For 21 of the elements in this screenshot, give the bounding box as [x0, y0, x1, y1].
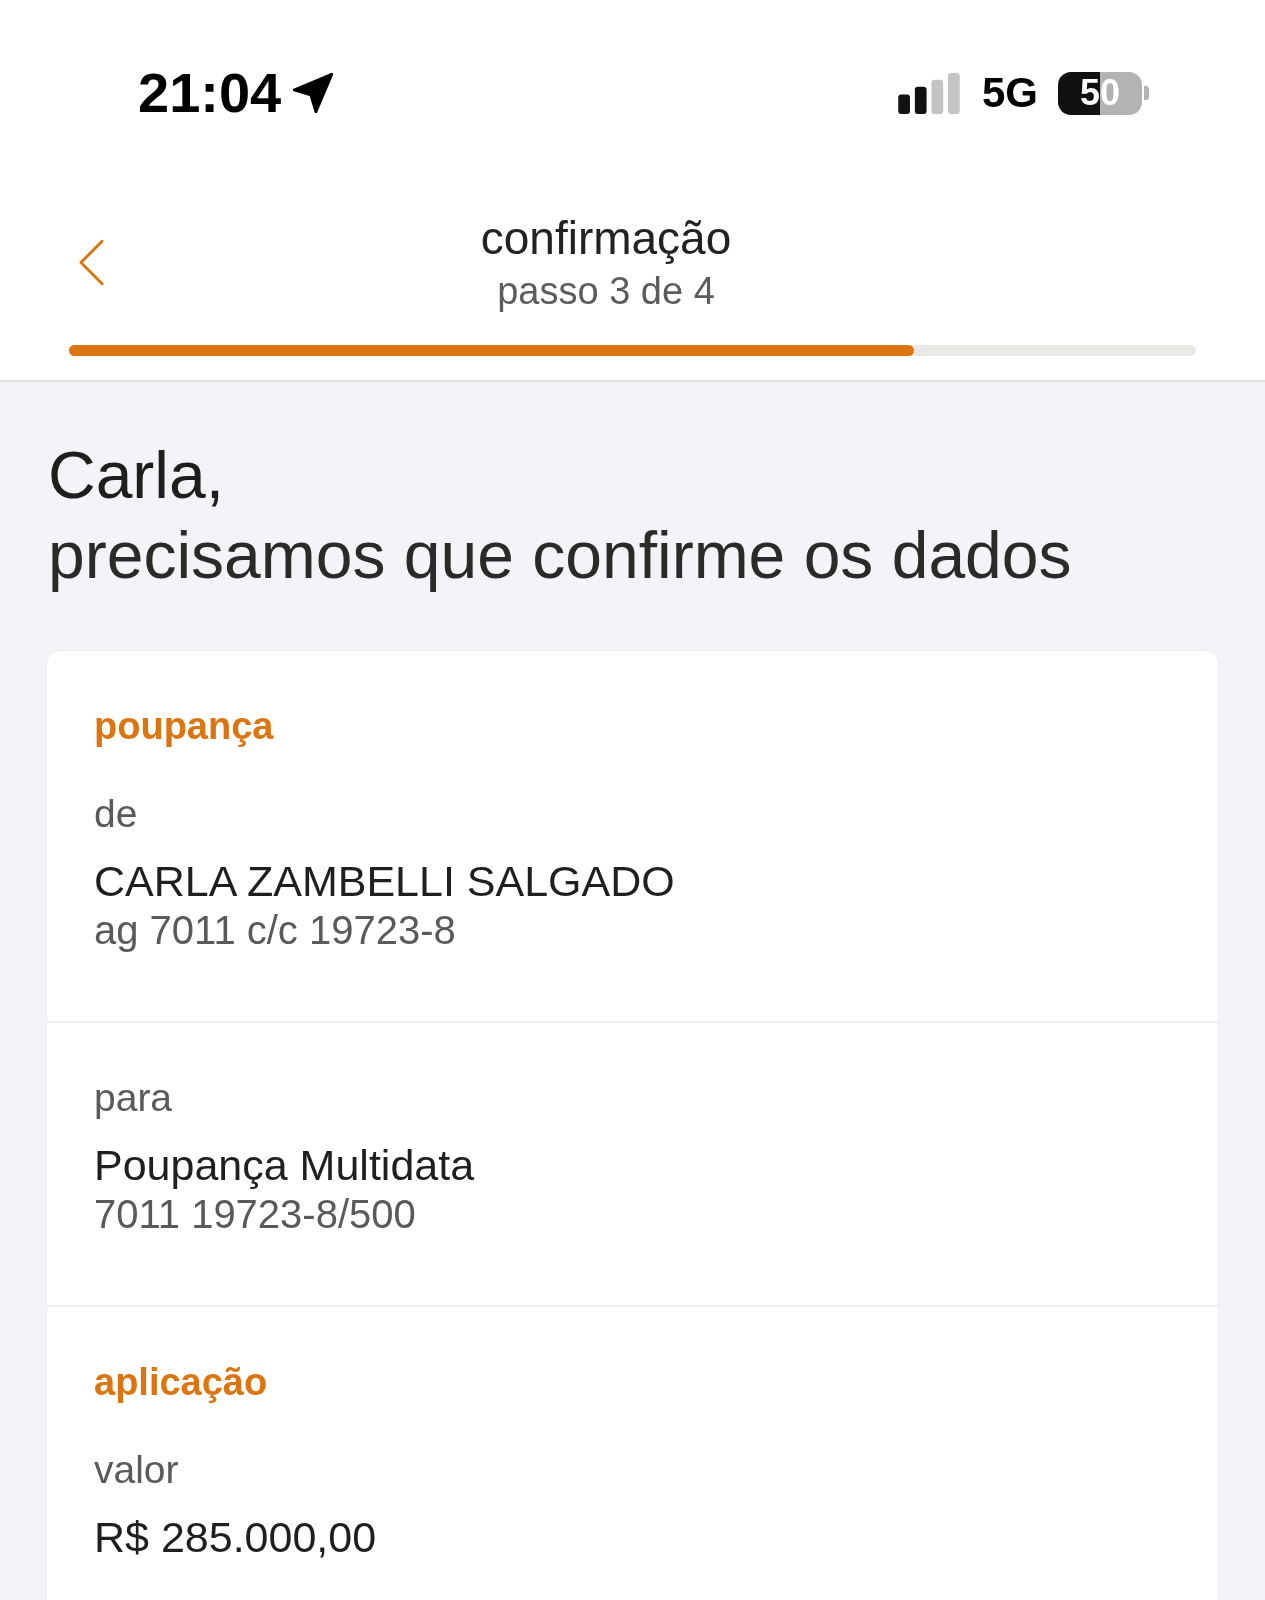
step-indicator: passo 3 de 4	[497, 269, 715, 313]
section-heading: poupança	[94, 704, 275, 749]
field-detail: ag 7011 c/c 19723-8	[94, 907, 457, 953]
greeting-message: precisamos que confirme os dados	[48, 517, 1073, 594]
greeting-name: Carla,	[48, 437, 226, 514]
back-button[interactable]	[78, 238, 105, 286]
field-label: de	[94, 791, 139, 837]
location-arrow-icon	[293, 73, 334, 113]
network-type: 5G	[981, 72, 1038, 114]
field-label: para	[94, 1075, 174, 1121]
field-value: CARLA ZAMBELLI SALGADO	[94, 856, 676, 907]
field-label: valor	[94, 1447, 180, 1493]
field-detail: 7011 19723-8/500	[94, 1191, 417, 1237]
section-heading: aplicação	[94, 1360, 269, 1405]
field-value: Poupança Multidata	[94, 1140, 476, 1191]
signal-icon	[897, 72, 961, 114]
field-value: R$ 285.000,00	[94, 1512, 378, 1563]
status-time: 21:04	[138, 65, 282, 121]
battery-indicator: 50	[1058, 71, 1149, 115]
page-title: confirmação	[480, 211, 732, 265]
chevron-left-icon	[78, 238, 105, 286]
